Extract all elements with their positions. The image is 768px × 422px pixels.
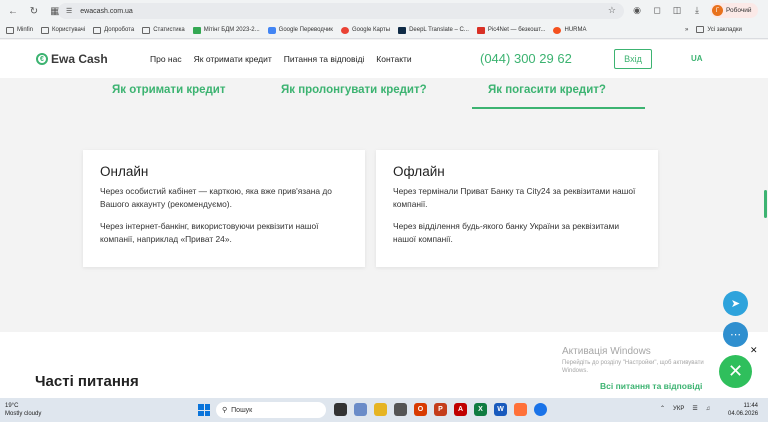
profile-button[interactable]: Г Робочий bbox=[710, 3, 758, 18]
bookmark-item[interactable]: DeepL Translate – C... bbox=[398, 26, 469, 34]
card-paragraph: Через відділення будь-якого банку Україн… bbox=[393, 221, 620, 245]
translate-icon bbox=[267, 26, 276, 34]
nav-get-credit[interactable]: Як отримати кредит bbox=[194, 54, 272, 64]
phone-number[interactable]: (044) 300 29 62 bbox=[480, 51, 572, 66]
excel-icon[interactable]: X bbox=[474, 403, 487, 416]
windows-activation-watermark: Активація Windows Перейдіть до розділу "… bbox=[562, 346, 704, 375]
folder-icon bbox=[6, 26, 14, 34]
search-placeholder: Пошук bbox=[231, 406, 253, 414]
card-offline: Офлайн Через термінали Приват Банку та C… bbox=[376, 150, 658, 267]
maps-pin-icon bbox=[340, 26, 349, 34]
widgets-icon[interactable] bbox=[354, 403, 367, 416]
tab-get-credit[interactable]: Як отримати кредит bbox=[112, 84, 226, 96]
tab-prolong-credit[interactable]: Як пролонгувати кредит? bbox=[281, 84, 427, 96]
site-header: € Ewa Cash Про нас Як отримати кредит Пи… bbox=[0, 40, 768, 78]
bookmark-item[interactable]: Користувачі bbox=[41, 26, 85, 34]
payment-tabs: Як отримати кредит Як пролонгувати креди… bbox=[0, 78, 768, 110]
chat-bubble-icon[interactable]: ⋯ bbox=[723, 322, 748, 347]
chevron-up-icon[interactable]: ⌃ bbox=[660, 405, 665, 412]
card-title: Онлайн bbox=[100, 164, 149, 179]
folder-icon bbox=[93, 26, 102, 34]
address-bar[interactable]: ☰ ewacash.com.ua ☆ bbox=[58, 3, 624, 19]
close-icon[interactable]: ✕ bbox=[750, 345, 758, 356]
close-widget-icon[interactable]: ✕ bbox=[719, 355, 752, 388]
app-icon[interactable] bbox=[394, 403, 407, 416]
profile-label: Робочий bbox=[726, 7, 752, 14]
firefox-icon[interactable] bbox=[514, 403, 527, 416]
meet-icon bbox=[192, 26, 201, 34]
bookmark-item[interactable]: Статистика bbox=[142, 26, 185, 34]
card-paragraph: Через термінали Приват Банку та City24 з… bbox=[393, 186, 636, 210]
system-tray: ⌃ УКР ☰ ♫ bbox=[660, 405, 711, 413]
card-title: Офлайн bbox=[393, 164, 445, 179]
bookmarks-bar: Minfin Користувачі Допробота Статистика … bbox=[0, 22, 768, 39]
sidebar-icon[interactable]: ◫ bbox=[670, 4, 684, 18]
windows-start-icon[interactable] bbox=[198, 404, 210, 416]
profile-avatar: Г bbox=[712, 5, 723, 16]
input-language[interactable]: УКР bbox=[673, 406, 684, 412]
site-settings-icon[interactable]: ☰ bbox=[66, 7, 72, 15]
login-button[interactable]: Вхід bbox=[614, 49, 652, 69]
bookmark-star-icon[interactable]: ☆ bbox=[608, 5, 616, 16]
pic4net-icon bbox=[476, 26, 485, 34]
bookmark-item[interactable]: Мітінг БДМ 2023-2... bbox=[192, 26, 260, 34]
wifi-icon[interactable]: ☰ bbox=[692, 405, 697, 412]
chrome-icon[interactable] bbox=[534, 403, 547, 416]
back-arrow-icon[interactable]: ← bbox=[5, 3, 21, 19]
speaker-icon[interactable]: ♫ bbox=[706, 406, 711, 412]
telegram-icon[interactable]: ➤ bbox=[723, 291, 748, 316]
card-paragraph: Через інтернет-банкінг, використовуючи р… bbox=[100, 221, 319, 245]
folder-icon bbox=[696, 26, 705, 33]
bookmark-item[interactable]: Google Переводчик bbox=[267, 26, 333, 34]
bookmark-item[interactable]: Допробота bbox=[93, 26, 134, 34]
scroll-indicator[interactable] bbox=[764, 190, 767, 218]
file-explorer-icon[interactable] bbox=[374, 403, 387, 416]
all-bookmarks[interactable]: Усі закладки bbox=[696, 26, 742, 33]
bookmark-item[interactable]: HURMA bbox=[553, 26, 586, 34]
site-logo[interactable]: € Ewa Cash bbox=[36, 52, 108, 66]
word-icon[interactable]: W bbox=[494, 403, 507, 416]
logo-text: Ewa Cash bbox=[51, 52, 108, 66]
weather-widget[interactable]: 19°C Mostly cloudy bbox=[5, 402, 41, 418]
url-text: ewacash.com.ua bbox=[80, 7, 133, 15]
opera-icon[interactable]: O bbox=[414, 403, 427, 416]
nav-contacts[interactable]: Контакти bbox=[376, 54, 411, 64]
active-tab-indicator bbox=[472, 107, 645, 109]
windows-taskbar: 19°C Mostly cloudy ⚲ Пошук O P A X W ⌃ У… bbox=[0, 398, 768, 422]
browser-toolbar: ← ↻ ▦ ☰ ewacash.com.ua ☆ ◉ ◻ ◫ ⤓ Г Робоч… bbox=[0, 0, 768, 22]
search-icon: ⚲ bbox=[222, 407, 228, 414]
extensions-icon[interactable]: ◻ bbox=[650, 4, 664, 18]
faq-section: Часті питання Активація Windows Перейдіт… bbox=[0, 332, 768, 398]
card-online: Онлайн Через особистий кабінет — карткою… bbox=[83, 150, 365, 267]
bookmark-item[interactable]: Google Карты bbox=[340, 26, 390, 34]
nav-about[interactable]: Про нас bbox=[150, 54, 182, 64]
deepl-icon bbox=[398, 26, 407, 34]
bookmark-item[interactable]: Pic4Net — безкошт... bbox=[476, 26, 545, 34]
folder-icon bbox=[41, 26, 50, 34]
screenshot-icon[interactable]: ◉ bbox=[630, 4, 644, 18]
powerpoint-icon[interactable]: P bbox=[434, 403, 447, 416]
hurma-icon bbox=[553, 26, 562, 34]
menu-kebab-icon[interactable]: ⋮ bbox=[764, 4, 768, 18]
acrobat-icon[interactable]: A bbox=[454, 403, 467, 416]
bookmarks-overflow[interactable]: » bbox=[685, 27, 688, 33]
nav-faq[interactable]: Питання та відповіді bbox=[284, 54, 365, 64]
task-view-icon[interactable] bbox=[334, 403, 347, 416]
browser-actions: ◉ ◻ ◫ ⤓ Г Робочий ⋮ bbox=[630, 3, 768, 18]
tab-repay-credit[interactable]: Як погасити кредит? bbox=[488, 84, 606, 96]
reload-icon[interactable]: ↻ bbox=[26, 3, 42, 19]
taskbar-apps: O P A X W bbox=[334, 403, 547, 416]
bookmark-item[interactable]: Minfin bbox=[6, 26, 33, 34]
taskbar-clock[interactable]: 11:44 04.06.2026 bbox=[728, 402, 758, 419]
logo-mark-icon: € bbox=[36, 53, 48, 65]
card-paragraph: Через особистий кабінет — карткою, яка в… bbox=[100, 186, 332, 210]
main-nav: Про нас Як отримати кредит Питання та ві… bbox=[150, 54, 412, 64]
taskbar-search[interactable]: ⚲ Пошук bbox=[216, 402, 326, 418]
all-faq-link[interactable]: Всі питання та відповіді bbox=[600, 381, 702, 391]
bookmarks-right: » Усі закладки bbox=[685, 26, 742, 33]
download-icon[interactable]: ⤓ bbox=[690, 4, 704, 18]
folder-icon bbox=[142, 26, 151, 34]
language-switcher[interactable]: UA bbox=[691, 54, 703, 63]
faq-title: Часті питання bbox=[35, 373, 139, 390]
